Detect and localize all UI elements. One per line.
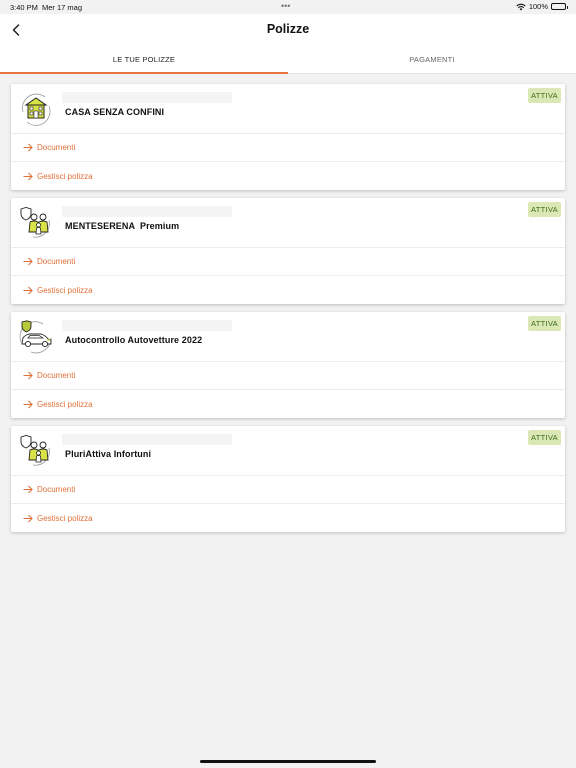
policy-card: MENTESERENA Premium ATTIVA Documenti Ges…	[11, 198, 565, 304]
arrow-right-icon	[23, 257, 33, 266]
home-indicator[interactable]	[200, 760, 376, 763]
arrow-right-icon	[23, 485, 33, 494]
arrow-right-icon	[23, 286, 33, 294]
documenti-link[interactable]: Documenti	[11, 134, 565, 162]
policy-card-header[interactable]: CASA SENZA CONFINI ATTIVA	[11, 84, 565, 134]
documenti-link[interactable]: Documenti	[11, 248, 565, 276]
documenti-label: Documenti	[37, 257, 76, 266]
page-title: Polizze	[266, 22, 310, 36]
policy-name: Autocontrollo Autovetture 2022	[65, 335, 203, 345]
policy-card-header[interactable]: Autocontrollo Autovetture 2022 ATTIVA	[11, 312, 565, 362]
policy-card-header[interactable]: PluriAttiva Infortuni ATTIVA	[11, 426, 565, 476]
arrow-right-icon	[23, 371, 33, 380]
status-date: Mer 17 mag	[42, 3, 83, 12]
tab-bar: LE TUE POLIZZE PAGAMENTI	[0, 46, 576, 74]
documenti-label: Documenti	[37, 485, 76, 494]
documenti-link[interactable]: Documenti	[11, 362, 565, 390]
navigation-bar: Polizze	[0, 14, 576, 46]
policy-card: CASA SENZA CONFINI ATTIVA Documenti Gest…	[11, 84, 565, 190]
policy-name: CASA SENZA CONFINI	[65, 107, 165, 117]
policy-card-header[interactable]: MENTESERENA Premium ATTIVA	[11, 198, 565, 248]
gestisci-polizza-label: Gestisci polizza	[37, 399, 93, 409]
status-badge: ATTIVA	[528, 430, 561, 445]
tab-pagamenti[interactable]: PAGAMENTI	[288, 46, 576, 73]
policy-number-placeholder	[62, 434, 232, 445]
documenti-label: Documenti	[37, 371, 76, 380]
multitasking-dots[interactable]: •••	[281, 1, 290, 11]
gestisci-polizza-label: Gestisci polizza	[37, 285, 93, 295]
status-badge: ATTIVA	[528, 316, 561, 331]
house-icon	[22, 93, 51, 126]
tab-le-tue-polizze[interactable]: LE TUE POLIZZE	[0, 46, 288, 74]
policy-card: PluriAttiva Infortuni ATTIVA Documenti G…	[11, 426, 565, 532]
policy-card: Autocontrollo Autovetture 2022 ATTIVA Do…	[11, 312, 565, 418]
status-time: 3:40 PM	[10, 3, 38, 12]
status-badge: ATTIVA	[528, 88, 561, 103]
policy-number-placeholder	[62, 320, 232, 331]
arrow-right-icon	[23, 172, 33, 180]
gestisci-polizza-link[interactable]: Gestisci polizza	[11, 504, 565, 532]
documenti-label: Documenti	[37, 143, 76, 152]
arrow-right-icon	[23, 514, 33, 522]
policy-name: PluriAttiva Infortuni	[65, 449, 152, 459]
status-badge: ATTIVA	[528, 202, 561, 217]
family-shield-icon	[20, 207, 50, 238]
gestisci-polizza-label: Gestisci polizza	[37, 513, 93, 523]
documenti-link[interactable]: Documenti	[11, 476, 565, 504]
policy-list: CASA SENZA CONFINI ATTIVA Documenti Gest…	[11, 84, 565, 540]
car-shield-icon	[19, 320, 52, 354]
battery-icon	[551, 3, 568, 10]
wifi-icon	[516, 3, 526, 10]
arrow-right-icon	[23, 400, 33, 408]
policy-number-placeholder	[62, 92, 232, 103]
status-bar: 3:40 PM Mer 17 mag ••• 100%	[0, 0, 576, 14]
policy-number-placeholder	[62, 206, 232, 217]
gestisci-polizza-link[interactable]: Gestisci polizza	[11, 162, 565, 190]
gestisci-polizza-label: Gestisci polizza	[37, 171, 93, 181]
gestisci-polizza-link[interactable]: Gestisci polizza	[11, 390, 565, 418]
gestisci-polizza-link[interactable]: Gestisci polizza	[11, 276, 565, 304]
battery-percent: 100%	[528, 2, 548, 11]
arrow-right-icon	[23, 143, 33, 152]
status-right: 100%	[516, 2, 568, 11]
policy-name: MENTESERENA Premium	[65, 221, 180, 231]
family-shield-icon	[20, 435, 50, 466]
